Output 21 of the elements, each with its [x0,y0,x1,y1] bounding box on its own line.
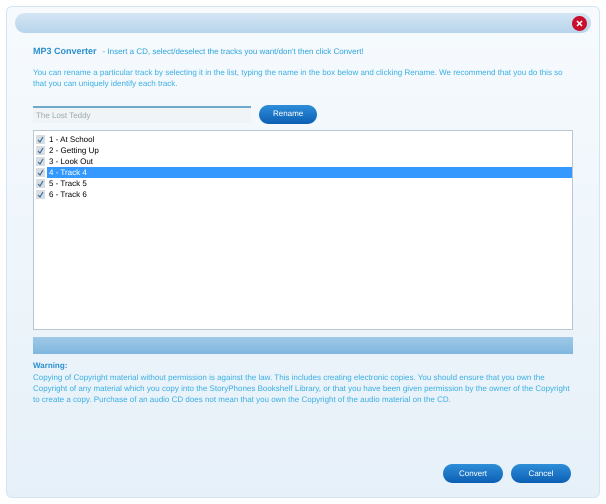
checkbox[interactable] [36,146,45,154]
warning-title: Warning: [33,360,68,372]
cancel-button[interactable]: Cancel [511,464,571,483]
checkbox[interactable] [36,190,45,198]
checkbox[interactable] [36,156,45,166]
close-icon [576,20,583,26]
track-item[interactable]: 3 - Look Out [47,156,572,166]
convert-button[interactable]: Convert [443,464,503,483]
track-item[interactable]: 6 - Track 6 [47,188,572,200]
instruction-text: - Insert a CD, select/deselect the tracks you want/don't then click Convert! [102,46,364,58]
dialog-title: MP3 Converter [33,45,97,58]
checkbox[interactable] [36,134,45,144]
checkbox[interactable] [36,178,45,188]
warning-text: Copying of Copyright material without permission is against the law. This includes creating electronic copies. You should ensure that you own the Copyright of any material which you copy into the StoryPhones Bookshelf Library, or that you have been given permission by the owner of the Copyright to create a copy. Purchase of an audio CD does not mean that you own the Copyright of the audio material on the CD. [33,372,571,404]
track-item[interactable]: 5 - Track 5 [47,178,572,188]
track-item[interactable]: 2 - Getting Up [47,144,572,156]
help-text: You can rename a particular track by selecting it in the list, typing the name in the box below and clicking Rename. We recommend that you do this so that you can uniquely identify each track. [33,66,564,88]
checkbox[interactable] [36,168,45,176]
track-item[interactable]: 1 - At School [47,134,572,144]
rename-button[interactable]: Rename [259,104,318,124]
close-button[interactable] [572,16,587,30]
